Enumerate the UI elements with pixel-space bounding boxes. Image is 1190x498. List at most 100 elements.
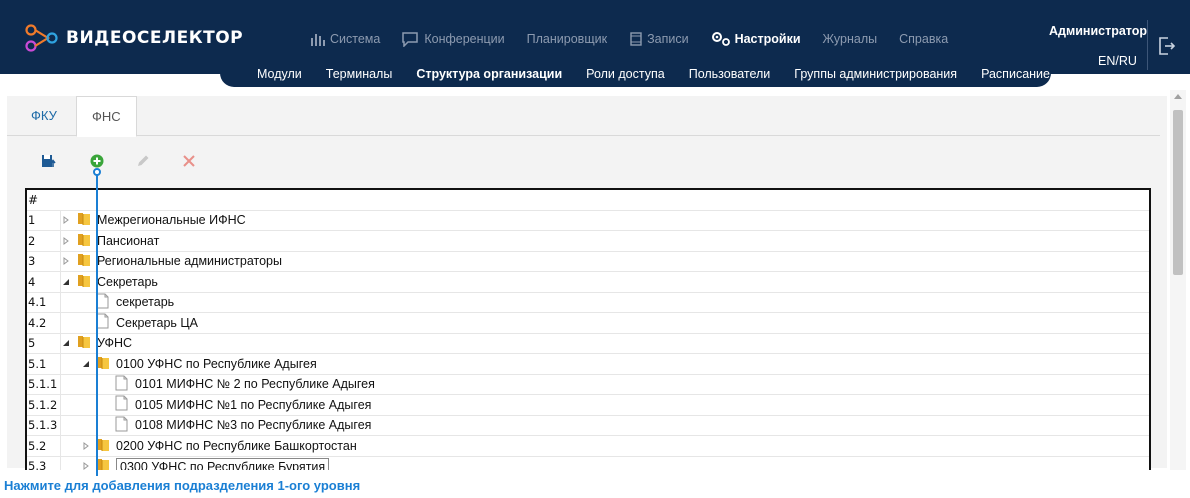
scrollbar-thumb[interactable] <box>1173 110 1183 275</box>
tree-row-label[interactable]: Межрегиональные ИФНС <box>97 213 246 227</box>
scroll-up-arrow-icon[interactable] <box>1174 94 1182 99</box>
tree-row-label[interactable]: Региональные администраторы <box>97 254 282 268</box>
tree-row-cell: 0100 УФНС по Республике Адыгея <box>61 354 1149 374</box>
nav-item-scheduler[interactable]: Планировщик <box>527 32 607 46</box>
brand-logo[interactable]: ВИДЕОСЕЛЕКТОР <box>24 22 243 54</box>
tree-row-cell: 0300 УФНС по Республике Бурятия <box>61 457 1149 470</box>
tree-row-label[interactable]: 0105 МИФНС №1 по Республике Адыгея <box>135 398 371 412</box>
tree-row-cell: секретарь <box>61 293 1149 313</box>
folder-icon <box>96 437 110 455</box>
tree-row-label[interactable]: УФНС <box>97 336 132 350</box>
nav-item-help[interactable]: Справка <box>899 32 948 46</box>
film-icon <box>630 32 642 46</box>
tree-body: 1 Межрегиональные ИФНС 2 Пансионат 3 Регионал… <box>27 210 1149 470</box>
folder-icon <box>77 211 91 229</box>
save-button[interactable] <box>41 153 57 174</box>
nav-item-journals[interactable]: Журналы <box>823 32 878 46</box>
expanded-arrow-icon[interactable] <box>61 277 71 287</box>
tree-row-cell: Межрегиональные ИФНС <box>61 211 1149 231</box>
tree-row-cell: Региональные администраторы <box>61 252 1149 272</box>
tree-row[interactable]: 5.3 0300 УФНС по Республике Бурятия <box>27 456 1149 470</box>
tree-row-number: 5.1.2 <box>27 395 61 415</box>
subnav-item-admin-groups[interactable]: Группы администрирования <box>782 67 969 81</box>
delete-button[interactable] <box>181 153 197 174</box>
tree-row[interactable]: 4.2 Секретарь ЦА <box>27 313 1149 334</box>
tree-row-cell: Секретарь ЦА <box>61 313 1149 333</box>
document-icon <box>115 416 128 435</box>
tree-row-number: 5.1.3 <box>27 415 61 435</box>
add-circle-icon <box>90 154 104 168</box>
tree-row[interactable]: 4 Секретарь <box>27 272 1149 293</box>
tree-row[interactable]: 5.2 0200 УФНС по Республике Башкортостан <box>27 436 1149 457</box>
tree-row-label[interactable]: 0200 УФНС по Республике Башкортостан <box>116 439 357 453</box>
tree-row[interactable]: 5.1.2 0105 МИФНС №1 по Республике Адыгея <box>27 395 1149 416</box>
subnav-item-org-structure[interactable]: Структура организации <box>404 67 574 81</box>
tree-row[interactable]: 2 Пансионат <box>27 231 1149 252</box>
folder-icon <box>96 457 110 470</box>
subnav-item-access-roles[interactable]: Роли доступа <box>574 67 677 81</box>
collapsed-arrow-icon[interactable] <box>81 441 91 451</box>
nav-item-label: Конференции <box>424 32 505 46</box>
tree-row-number: 5.2 <box>27 436 61 456</box>
user-name[interactable]: Администратор <box>1049 24 1147 38</box>
tree-row-label[interactable]: 0108 МИФНС №3 по Республике Адыгея <box>135 418 371 432</box>
tree-row-cell: 0200 УФНС по Республике Башкортостан <box>61 436 1149 456</box>
tab-fns[interactable]: ФНС <box>76 96 137 137</box>
nav-item-records[interactable]: Записи <box>629 32 689 46</box>
org-tree-grid: # 1 Межрегиональные ИФНС 2 Пансионат 3 Регион… <box>25 188 1151 470</box>
chat-bubble-icon <box>402 31 419 47</box>
tree-row[interactable]: 4.1 секретарь <box>27 292 1149 313</box>
vertical-scrollbar[interactable] <box>1170 90 1186 470</box>
tree-row-number: 4 <box>27 272 61 292</box>
nav-item-conferences[interactable]: Конференции <box>402 31 505 47</box>
tree-row-label[interactable]: Секретарь ЦА <box>116 316 198 330</box>
brand-logo-icon <box>25 24 58 52</box>
tree-row-label[interactable]: Секретарь <box>97 275 158 289</box>
tree-row-label-selected[interactable]: 0300 УФНС по Республике Бурятия <box>116 457 330 470</box>
tree-row-number: 3 <box>27 251 61 271</box>
nav-item-system[interactable]: Система <box>310 32 380 46</box>
tree-row-cell: УФНС <box>61 334 1149 354</box>
tree-row[interactable]: 1 Межрегиональные ИФНС <box>27 210 1149 231</box>
expanded-arrow-icon[interactable] <box>61 338 71 348</box>
tree-row[interactable]: 5.1.3 0108 МИФНС №3 по Республике Адыгея <box>27 415 1149 436</box>
callout-text: Нажмите для добавления подразделения 1-о… <box>4 478 361 493</box>
tree-row-number: 5 <box>27 333 61 353</box>
bar-chart-icon <box>311 34 325 46</box>
subnav-item-modules[interactable]: Модули <box>245 67 314 81</box>
tree-row-label[interactable]: 0101 МИФНС № 2 по Республике Адыгея <box>135 377 375 391</box>
tree-row-number: 5.1 <box>27 354 61 374</box>
nav-item-label: Журналы <box>822 32 878 46</box>
tree-row-label[interactable]: Пансионат <box>97 234 159 248</box>
nav-item-label: Настройки <box>734 32 801 46</box>
callout-dot <box>93 168 101 176</box>
tree-row[interactable]: 5 УФНС <box>27 333 1149 354</box>
tree-row-cell: 0105 МИФНС №1 по Республике Адыгея <box>61 395 1149 415</box>
collapsed-arrow-icon[interactable] <box>61 215 71 225</box>
tree-row-number: 5.3 <box>27 456 61 470</box>
tree-row[interactable]: 5.1.1 0101 МИФНС № 2 по Республике Адыгея <box>27 374 1149 395</box>
brand-name: ВИДЕОСЕЛЕКТОР <box>66 28 244 48</box>
header-divider <box>1147 20 1148 70</box>
tab-fku[interactable]: ФКУ <box>16 96 72 137</box>
collapsed-arrow-icon[interactable] <box>61 236 71 246</box>
language-switch[interactable]: EN/RU <box>1098 54 1137 68</box>
subnav-item-users[interactable]: Пользователи <box>677 67 783 81</box>
logout-button[interactable] <box>1158 36 1176 61</box>
nav-item-label: Записи <box>647 32 689 46</box>
tree-row[interactable]: 5.1 0100 УФНС по Республике Адыгея <box>27 354 1149 375</box>
pencil-icon <box>138 155 149 166</box>
collapsed-arrow-icon[interactable] <box>61 256 71 266</box>
tree-row-label[interactable]: секретарь <box>116 295 174 309</box>
expanded-arrow-icon[interactable] <box>81 359 91 369</box>
collapsed-arrow-icon[interactable] <box>81 461 91 470</box>
callout-line <box>96 170 98 476</box>
folder-icon <box>96 355 110 373</box>
tree-row[interactable]: 3 Региональные администраторы <box>27 251 1149 272</box>
edit-button[interactable] <box>135 153 151 174</box>
subnav-item-terminals[interactable]: Терминалы <box>314 67 405 81</box>
tree-row-label[interactable]: 0100 УФНС по Республике Адыгея <box>116 357 317 371</box>
nav-item-settings[interactable]: Настройки <box>711 31 801 47</box>
main-nav: Система Конференции Планировщик Записи Н… <box>310 31 970 47</box>
subnav-item-schedule[interactable]: Расписание <box>969 67 1062 81</box>
